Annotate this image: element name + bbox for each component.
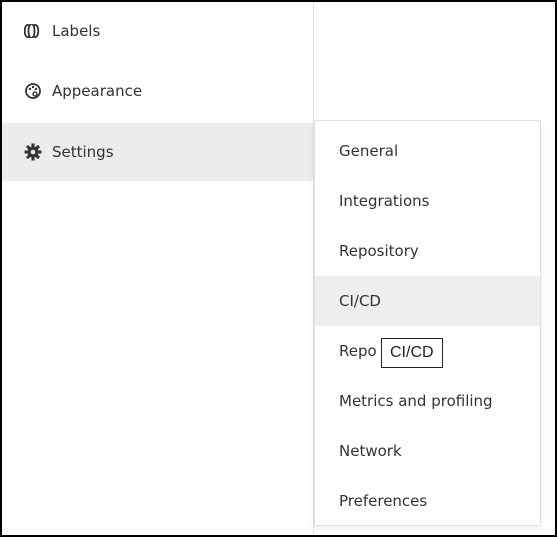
- menu-item-label: General: [339, 142, 399, 160]
- sidebar-item-label: Settings: [52, 143, 114, 161]
- menu-item-label: Preferences: [339, 492, 428, 510]
- menu-item-integrations[interactable]: Integrations: [315, 176, 540, 226]
- sidebar-item-label: Labels: [52, 22, 101, 40]
- settings-submenu: General Integrations Repository CI/CD Re…: [314, 120, 541, 526]
- palette-icon: [24, 82, 42, 100]
- sidebar-item-settings[interactable]: Settings: [2, 123, 313, 181]
- tooltip: CI/CD: [381, 338, 443, 368]
- menu-item-ci-cd[interactable]: CI/CD: [315, 276, 540, 326]
- menu-item-network[interactable]: Network: [315, 426, 540, 476]
- menu-item-label: Repository: [339, 242, 419, 260]
- labels-icon: [24, 22, 42, 40]
- menu-item-label: Integrations: [339, 192, 430, 210]
- menu-item-repository[interactable]: Repository: [315, 226, 540, 276]
- menu-item-preferences[interactable]: Preferences: [315, 476, 540, 526]
- menu-item-label: Metrics and profiling: [339, 392, 493, 410]
- sidebar-item-labels[interactable]: Labels: [2, 2, 313, 60]
- sidebar: Labels Appearance Settings: [2, 2, 314, 535]
- menu-item-label: Repo: [339, 342, 377, 360]
- menu-item-general[interactable]: General: [315, 126, 540, 176]
- tooltip-text: CI/CD: [390, 344, 434, 361]
- sidebar-item-appearance[interactable]: Appearance: [2, 62, 313, 120]
- sidebar-item-label: Appearance: [52, 82, 143, 100]
- gear-icon: [24, 143, 42, 161]
- menu-item-label: CI/CD: [339, 292, 381, 310]
- menu-item-label: Network: [339, 442, 402, 460]
- app-window: Labels Appearance Settings General Integ…: [0, 0, 557, 537]
- menu-item-metrics-and-profiling[interactable]: Metrics and profiling: [315, 376, 540, 426]
